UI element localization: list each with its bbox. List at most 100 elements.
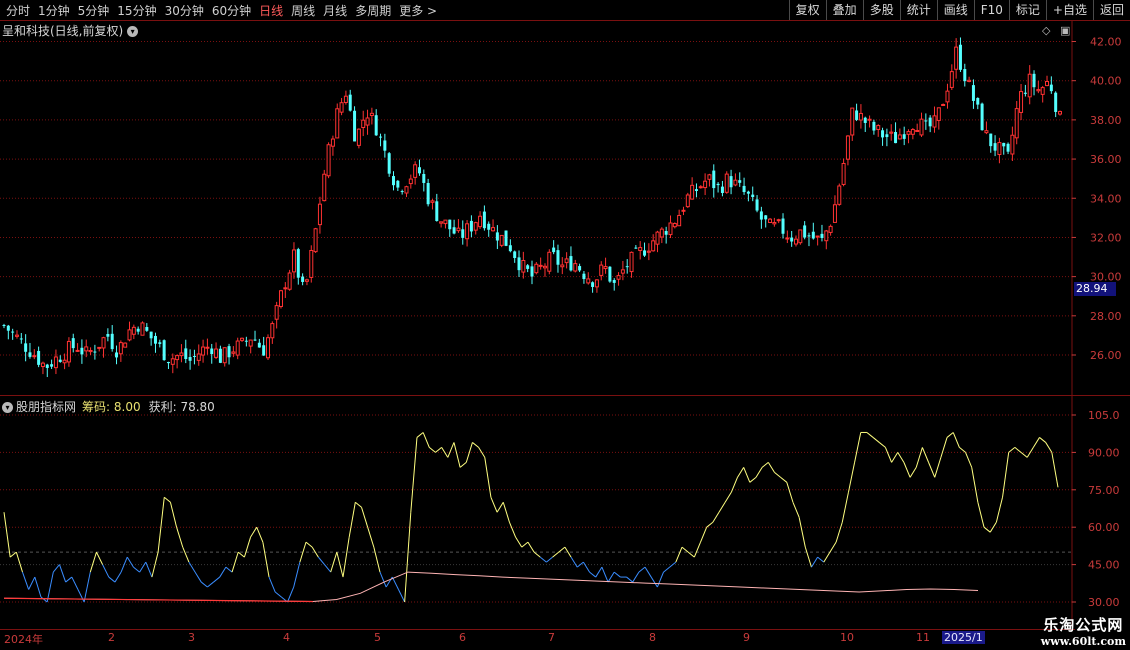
candle-body [166,362,170,364]
chevron-down-icon[interactable]: ▾ [127,26,139,37]
profit-line-segment [891,452,899,463]
candle-body [724,173,729,193]
profit-line-segment [508,522,517,538]
period-tab-4[interactable]: 30分钟 [165,2,204,19]
date-tick-9: 10 [840,631,854,644]
candle-body [881,130,885,138]
candle-body [118,342,123,355]
profit-line-segment [761,461,769,468]
watermark-url: www.60lt.com [1040,635,1126,648]
profit-line-segment [330,551,338,573]
indicator-name[interactable]: 股朋指标网 [16,400,76,414]
candle-body [106,334,110,337]
period-tab-5[interactable]: 60分钟 [212,2,251,19]
price-tick-1: 40.00 [1090,75,1122,88]
profit-line-segment [724,492,732,503]
profit-line-segment [441,447,449,458]
period-tab-10[interactable]: 更多 > [399,2,437,19]
toolbar-action-5[interactable]: F10 [973,0,1009,20]
candle-body [790,237,794,242]
toolbar-action-2[interactable]: 多股 [862,0,900,20]
candle-body [564,258,569,264]
candle-body [599,264,604,276]
period-tab-7[interactable]: 周线 [291,2,315,19]
candle-body [776,219,781,222]
candle-body [482,211,486,229]
profit-line-segment [77,589,85,603]
panel-toggle-icon[interactable]: ▣ [1060,24,1070,37]
candle-body [383,140,387,151]
toolbar-action-8[interactable]: 返回 [1092,0,1130,20]
profit-line-segment [613,571,621,578]
profit-line-segment [582,561,590,573]
profit-line-segment [921,447,930,463]
profit-line-segment [9,551,17,558]
toolbar-action-4[interactable]: 画线 [936,0,974,20]
stock-title-text: 呈和科技(日线,前复权) [2,24,124,38]
candle-body [248,339,253,347]
date-axis: 2024年 2 3 4 5 6 7 8 9 10 11 2025/1 [0,630,1075,650]
profit-line-segment [589,571,597,578]
profit-line-segment [435,447,442,453]
candle-body [712,170,716,189]
toolbar-action-7[interactable]: +自选 [1045,0,1093,20]
period-tab-8[interactable]: 月线 [323,2,347,19]
candle-body [872,121,876,131]
candle-body [845,135,850,160]
profit-line-segment [231,551,239,573]
chevron-down-icon[interactable]: ▾ [2,402,13,413]
candle-body [461,229,465,238]
candle-body [413,164,418,178]
date-tick-0: 2024年 [4,633,43,646]
candle-body [646,250,651,253]
profit-line-segment [459,461,467,468]
profit-line-segment [96,551,104,565]
candle-body [101,337,106,349]
candle-body [984,130,989,134]
profit-line-segment [755,467,763,478]
period-tab-1[interactable]: 1分钟 [38,2,70,19]
price-tick-2: 38.00 [1090,114,1122,127]
period-tab-6[interactable]: 日线 [259,2,283,19]
profit-line-segment [194,571,202,583]
candle-body [889,131,894,134]
candle-body [326,144,331,177]
profit-line-segment [928,462,936,478]
candle-body [145,327,149,331]
candle-body [876,125,881,130]
toolbar-action-0[interactable]: 复权 [788,0,826,20]
candle-body [1019,91,1024,113]
indicator-tick-1: 90.00 [1088,446,1120,459]
toolbar-action-3[interactable]: 统计 [899,0,937,20]
candle-body [897,134,902,140]
candle-body [188,357,192,361]
profit-line-segment [693,541,701,558]
stock-title: 呈和科技(日线,前复权) ▾ [2,22,139,39]
profit-line-segment [133,566,140,573]
candle-body [906,131,911,135]
diamond-icon[interactable]: ◇ [1042,24,1050,37]
period-tab-9[interactable]: 多周期 [355,2,391,19]
candle-body [949,71,954,88]
period-tab-2[interactable]: 5分钟 [78,2,110,19]
candle-body [738,180,742,183]
period-tab-3[interactable]: 15分钟 [117,2,156,19]
candle-body [266,337,270,359]
toolbar-action-1[interactable]: 叠加 [825,0,863,20]
profit-line-segment [367,527,375,548]
candle-body [634,247,638,249]
candle-body [591,282,595,287]
profit-line-segment [669,561,677,568]
profit-line-segment [348,502,356,538]
candle-body [1049,84,1053,92]
profit-line-segment [601,566,609,583]
toolbar-action-6[interactable]: 标记 [1008,0,1046,20]
profit-line-segment [995,497,1004,523]
profit-line-segment [182,546,190,563]
period-tab-0[interactable]: 分时 [6,2,30,19]
candle-body [997,142,1002,155]
candle-body [478,215,483,228]
candle-body [495,232,499,241]
candle-body [313,228,318,253]
candle-body [404,186,409,194]
